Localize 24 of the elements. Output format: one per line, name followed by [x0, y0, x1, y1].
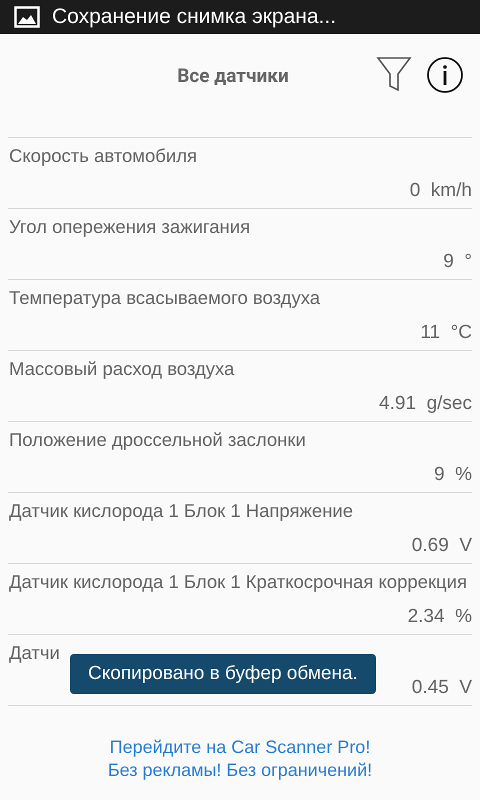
- screen-title: Все датчики: [176, 64, 290, 86]
- image-icon: [14, 6, 40, 28]
- sensor-name: Датчи: [9, 641, 60, 665]
- sensor-name: Положение дроссельной заслонки: [9, 428, 306, 452]
- sensor-value: 0.69 V: [412, 534, 472, 558]
- toast-message: Скопировано в буфер обмена.: [70, 654, 376, 694]
- sensor-value: 9 °: [443, 250, 472, 274]
- promo-link[interactable]: Без рекламы! Без ограничений!: [108, 759, 372, 782]
- sensor-name: Датчик кислорода 1 Блок 1 Краткосрочная коррекция: [9, 570, 468, 594]
- sensor-name: Массовый расход воздуха: [9, 357, 234, 381]
- sensor-name: Датчик кислорода 1 Блок 1 Напряжение: [9, 499, 354, 523]
- info-icon[interactable]: [426, 56, 464, 94]
- sensor-value: 4.91 g/sec: [379, 392, 472, 416]
- notification-text: Сохранение снимка экрана...: [52, 5, 336, 29]
- sensor-name: Угол опережения зажигания: [9, 215, 250, 239]
- filter-icon[interactable]: [376, 56, 412, 94]
- sensor-value: 9 %: [434, 463, 472, 487]
- sensor-value: 2.34 %: [408, 605, 472, 629]
- sensor-value: 0.45 V: [412, 676, 472, 700]
- sensor-value: 11 °C: [420, 321, 472, 345]
- sensor-name: Температура всасываемого воздуха: [9, 286, 320, 310]
- sensor-value: 0 km/h: [410, 179, 472, 203]
- sensor-name: Скорость автомобиля: [9, 144, 198, 168]
- promo-link[interactable]: Перейдите на Car Scanner Pro!: [110, 736, 370, 759]
